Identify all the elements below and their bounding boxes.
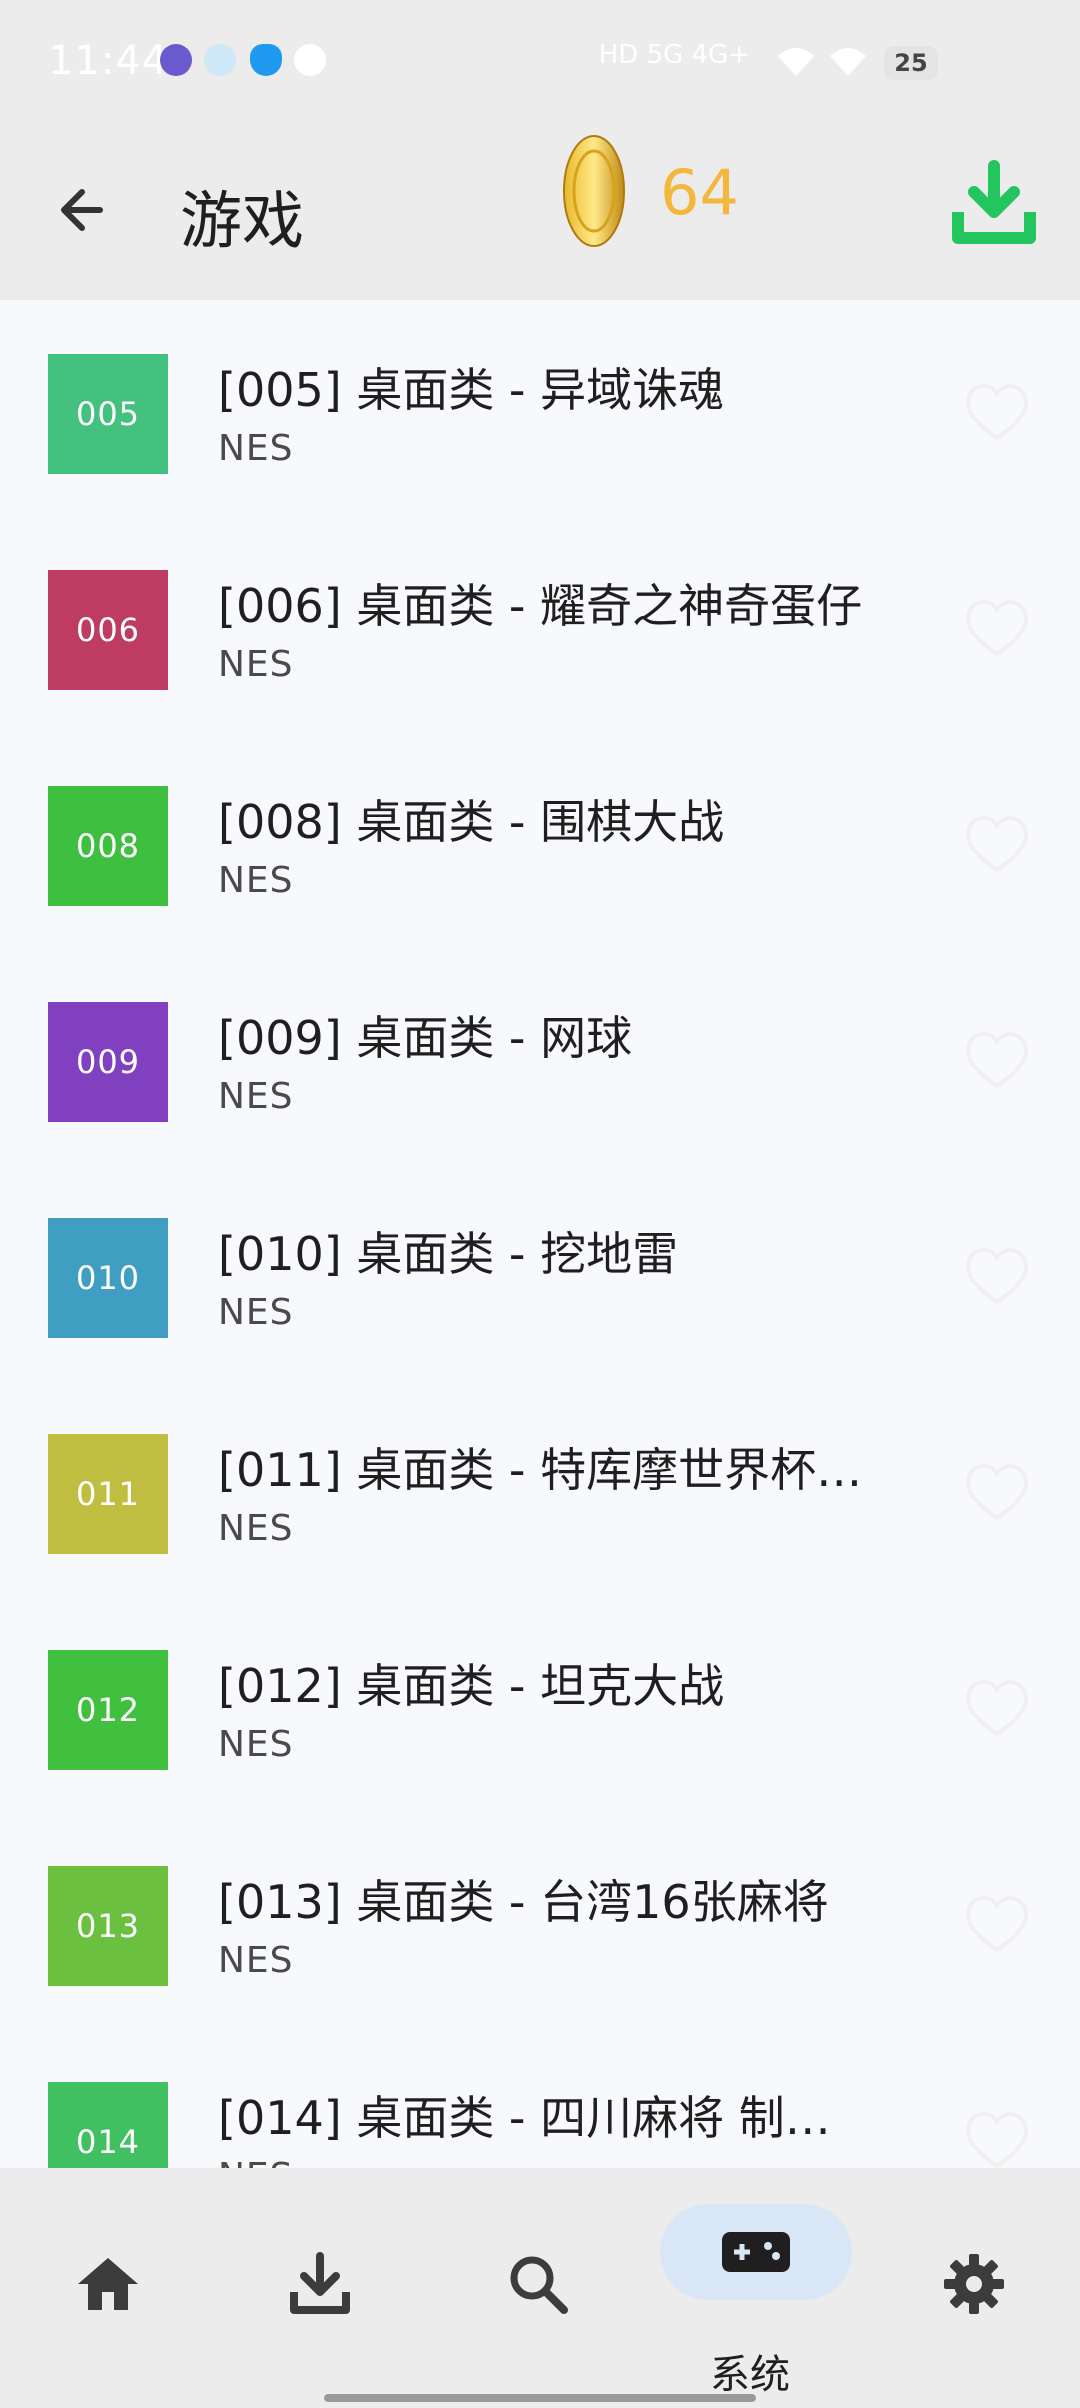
settings-icon (944, 2254, 1004, 2314)
app-bar: 游戏 64 (0, 120, 1080, 300)
list-item[interactable]: 014 [014] 桌面类 - 四川麻将 制… NES (0, 2028, 1080, 2168)
gamepad-icon (722, 2232, 790, 2272)
game-thumbnail: 013 (48, 1866, 168, 1986)
game-platform: NES (218, 1076, 294, 1117)
nav-home[interactable] (0, 2168, 216, 2368)
nav-label-system: 系统 (710, 2352, 790, 2398)
game-thumbnail: 014 (48, 2082, 168, 2168)
game-thumbnail: 010 (48, 1218, 168, 1338)
heart-icon[interactable] (966, 1248, 1028, 1306)
chat-notification-icon (204, 44, 236, 76)
search-icon (510, 2256, 568, 2314)
game-title: [006] 桌面类 - 耀奇之神奇蛋仔 (218, 579, 863, 633)
heart-icon[interactable] (966, 1464, 1028, 1522)
game-title: [013] 桌面类 - 台湾16张麻将 (218, 1875, 829, 1929)
list-item[interactable]: 006 [006] 桌面类 - 耀奇之神奇蛋仔 NES (0, 516, 1080, 732)
heart-icon[interactable] (966, 1032, 1028, 1090)
game-thumbnail: 012 (48, 1650, 168, 1770)
message-icon (294, 44, 326, 76)
game-title: [014] 桌面类 - 四川麻将 制… (218, 2091, 831, 2145)
heart-icon[interactable] (966, 2112, 1028, 2168)
status-bar: 11:44 HD 5G 4G+ 25 (0, 0, 1080, 120)
game-platform: NES (218, 644, 294, 685)
list-item[interactable]: 011 [011] 桌面类 - 特库摩世界杯… NES (0, 1380, 1080, 1596)
qq-icon (250, 44, 282, 76)
game-platform: NES (218, 428, 294, 469)
game-platform: NES (218, 1724, 294, 1765)
page-title: 游戏 (180, 184, 305, 257)
list-item[interactable]: 010 [010] 桌面类 - 挖地雷 NES (0, 1164, 1080, 1380)
coin-count: 64 (660, 156, 739, 229)
game-thumbnail: 009 (48, 1002, 168, 1122)
game-title: [011] 桌面类 - 特库摩世界杯… (218, 1443, 863, 1497)
bottom-navigation: 系统 (0, 2168, 1080, 2408)
game-title: [005] 桌面类 - 异域诛魂 (218, 363, 725, 417)
download-icon[interactable] (950, 160, 1038, 248)
game-title: [010] 桌面类 - 挖地雷 (218, 1227, 679, 1281)
nav-settings[interactable] (864, 2168, 1080, 2368)
home-indicator[interactable] (324, 2394, 756, 2402)
coin-icon (563, 135, 625, 247)
list-item[interactable]: 009 [009] 桌面类 - 网球 NES (0, 948, 1080, 1164)
game-platform: NES (218, 1940, 294, 1981)
nav-system[interactable]: 系统 (648, 2168, 864, 2398)
game-platform: NES (218, 860, 294, 901)
game-title: [009] 桌面类 - 网球 (218, 1011, 633, 1065)
wifi-icon-2 (830, 48, 866, 76)
game-list: 005 [005] 桌面类 - 异域诛魂 NES 006 [006] 桌面类 -… (0, 300, 1080, 2168)
game-title: [012] 桌面类 - 坦克大战 (218, 1659, 725, 1713)
game-platform: NES (218, 1508, 294, 1549)
home-icon (78, 2258, 138, 2310)
list-item[interactable]: 012 [012] 桌面类 - 坦克大战 NES (0, 1596, 1080, 1812)
game-title: [008] 桌面类 - 围棋大战 (218, 795, 725, 849)
list-item[interactable]: 005 [005] 桌面类 - 异域诛魂 NES (0, 300, 1080, 516)
nav-download[interactable] (216, 2168, 432, 2368)
heart-icon[interactable] (966, 600, 1028, 658)
wifi-icon (778, 48, 814, 76)
heart-icon[interactable] (966, 816, 1028, 874)
game-platform: NES (218, 1292, 294, 1333)
arrow-back-icon[interactable] (44, 172, 120, 248)
nav-search[interactable] (432, 2168, 648, 2368)
list-item[interactable]: 013 [013] 桌面类 - 台湾16张麻将 NES (0, 1812, 1080, 2028)
status-time: 11:44 (48, 38, 169, 84)
heart-icon[interactable] (966, 1896, 1028, 1954)
battery-indicator: 25 (884, 46, 938, 80)
game-thumbnail: 008 (48, 786, 168, 906)
heart-icon[interactable] (966, 384, 1028, 442)
game-platform: NES (218, 2156, 294, 2168)
network-indicator: HD 5G 4G+ (598, 40, 750, 70)
heart-icon[interactable] (966, 1680, 1028, 1738)
game-thumbnail: 011 (48, 1434, 168, 1554)
game-thumbnail: 005 (48, 354, 168, 474)
app-notification-icon (160, 44, 192, 76)
game-thumbnail: 006 (48, 570, 168, 690)
download-icon (290, 2252, 350, 2314)
list-item[interactable]: 008 [008] 桌面类 - 围棋大战 NES (0, 732, 1080, 948)
